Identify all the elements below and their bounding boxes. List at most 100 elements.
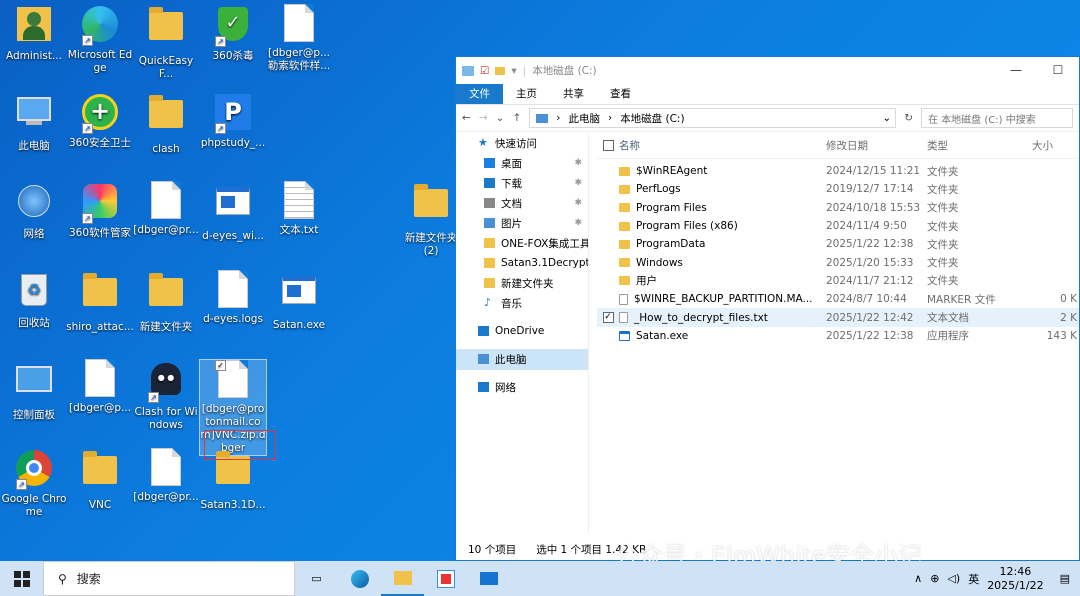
- search-box[interactable]: 在 本地磁盘 (C:) 中搜索: [921, 108, 1073, 128]
- nav-item[interactable]: 文档 ✱: [456, 193, 588, 214]
- forward-arrow-icon[interactable]: →: [479, 112, 488, 124]
- nav-item[interactable]: 新建文件夹: [456, 273, 588, 294]
- breadcrumb-drive[interactable]: 本地磁盘 (C:): [620, 111, 684, 126]
- desktop-icon[interactable]: 此电脑: [0, 92, 68, 153]
- edge-icon: ↗: [80, 6, 120, 46]
- nav-item[interactable]: 此电脑: [456, 349, 588, 370]
- file-row[interactable]: ✓ _How_to_decrypt_files.txt 2025/1/22 12:4…: [597, 308, 1079, 327]
- file-row[interactable]: $WINRE_BACKUP_PARTITION.MA... 2024/8/7 10…: [597, 290, 1079, 308]
- desktop-icon[interactable]: shiro_attac...: [66, 270, 134, 334]
- nav-item[interactable]: ★ 快速访问: [456, 133, 588, 154]
- breadcrumb-pc[interactable]: 此电脑: [568, 111, 600, 126]
- nav-item[interactable]: 桌面 ✱: [456, 153, 588, 174]
- star-icon: ★: [478, 136, 488, 150]
- file-row[interactable]: ProgramData 2025/1/22 12:38 文件夹: [597, 235, 1079, 253]
- store-taskbar-icon[interactable]: [424, 561, 467, 596]
- tab-home[interactable]: 主页: [503, 84, 550, 104]
- desktop-icon[interactable]: [dbger@pr...: [132, 448, 200, 504]
- up-arrow-icon[interactable]: ↑: [512, 112, 521, 124]
- address-bar[interactable]: › 此电脑 › 本地磁盘 (C:) ⌄: [529, 108, 897, 128]
- desktop-icon[interactable]: 文本.txt: [265, 181, 333, 237]
- file-row[interactable]: Program Files (x86) 2024/11/4 9:50 文件夹: [597, 217, 1079, 235]
- nav-item[interactable]: Satan3.1Decrypt: [456, 253, 588, 274]
- desktop-icon[interactable]: clash: [132, 92, 200, 156]
- tab-file[interactable]: 文件: [456, 84, 503, 104]
- desktop-icon[interactable]: ↗ Google Chrome: [0, 448, 68, 519]
- qat-dropdown-icon[interactable]: ▾: [511, 65, 516, 77]
- desktop-icon[interactable]: d-eyes_wi...: [199, 181, 267, 243]
- chrome-icon: ↗: [14, 450, 54, 490]
- col-type[interactable]: 类型: [927, 138, 1028, 153]
- chevron-up-icon[interactable]: ∧: [914, 572, 922, 585]
- desktop-icon-label: [dbger@pr...: [133, 224, 199, 236]
- tab-view[interactable]: 查看: [597, 84, 644, 104]
- edge-taskbar-icon[interactable]: [338, 561, 381, 596]
- file-row[interactable]: Program Files 2024/10/18 15:53 文件夹: [597, 199, 1079, 217]
- pin-icon[interactable]: ✱: [574, 218, 582, 228]
- desktop-icon[interactable]: 网络: [0, 181, 68, 241]
- file-date: 2025/1/20 15:33: [826, 256, 914, 269]
- file-row[interactable]: $WinREAgent 2024/12/15 11:21 文件夹: [597, 162, 1079, 180]
- row-checkbox[interactable]: ✓: [602, 312, 614, 324]
- volume-icon[interactable]: ◁): [947, 572, 960, 585]
- nav-item-label: 音乐: [501, 297, 522, 310]
- refresh-icon[interactable]: ↻: [904, 112, 913, 124]
- recent-dropdown-icon[interactable]: ⌄: [496, 112, 505, 124]
- file-row[interactable]: Windows 2025/1/20 15:33 文件夹: [597, 253, 1079, 271]
- ime-indicator[interactable]: 英: [968, 571, 979, 587]
- desktop-icon[interactable]: ● ● ↗ Clash for Windows: [132, 359, 200, 432]
- taskbar-search[interactable]: ⚲ 搜索: [43, 561, 295, 596]
- desktop-icon-label: phpstudy_...: [200, 137, 266, 149]
- file-row[interactable]: Satan.exe 2025/1/22 12:38 应用程序 143 K: [597, 327, 1079, 345]
- nav-item[interactable]: OneDrive: [456, 321, 588, 342]
- desktop-icon[interactable]: d-eyes.logs: [199, 270, 267, 326]
- desktop-icon[interactable]: 新建文件夹: [132, 270, 200, 334]
- nav-item[interactable]: 图片 ✱: [456, 213, 588, 234]
- address-dropdown-icon[interactable]: ⌄: [882, 112, 891, 124]
- col-date[interactable]: 修改日期: [826, 138, 927, 153]
- file-date: 2025/1/22 12:38: [826, 329, 914, 342]
- desktop-icon[interactable]: ↗ 360软件管家: [66, 181, 134, 240]
- desktop-icon[interactable]: [dbger@pr...: [132, 181, 200, 237]
- mail-taskbar-icon[interactable]: [467, 561, 510, 596]
- col-name[interactable]: 名称: [619, 138, 826, 153]
- file-name: Program Files: [636, 201, 707, 214]
- notification-icon[interactable]: ▤: [1060, 572, 1070, 585]
- nav-item[interactable]: ONE-FOX集成工具箱: [456, 233, 588, 254]
- col-size[interactable]: 大小: [1028, 138, 1079, 153]
- pin-icon[interactable]: ✱: [574, 158, 582, 168]
- start-button[interactable]: [0, 561, 43, 596]
- network-tray-icon[interactable]: ⊕: [930, 572, 939, 585]
- clock[interactable]: 12:46 2025/1/22: [987, 565, 1043, 593]
- desktop-icon[interactable]: 控制面板: [0, 359, 68, 422]
- nav-item-label: 网络: [495, 381, 516, 394]
- file-rows: $WinREAgent 2024/12/15 11:21 文件夹 PerfLogs 20…: [597, 159, 1079, 345]
- desktop-icon[interactable]: [dbger@p...: [66, 359, 134, 415]
- minimize-button[interactable]: —: [995, 57, 1037, 84]
- desktop-icon[interactable]: ✓ ↗ 360杀毒: [199, 4, 267, 63]
- pin-icon[interactable]: ✱: [574, 178, 582, 188]
- desktop-icon[interactable]: ↗ Microsoft Edge: [66, 4, 134, 75]
- desktop-icon[interactable]: P ↗ phpstudy_...: [199, 92, 267, 150]
- desktop-icon[interactable]: ♻ 回收站: [0, 270, 68, 330]
- select-all-checkbox[interactable]: [602, 140, 614, 151]
- desktop-icon[interactable]: [dbger@p... 勒索软件样...: [265, 4, 333, 73]
- tab-share[interactable]: 共享: [550, 84, 597, 104]
- file-explorer-taskbar-icon[interactable]: [381, 561, 424, 596]
- nav-item[interactable]: 网络: [456, 377, 588, 398]
- nav-item[interactable]: 下载 ✱: [456, 173, 588, 194]
- desktop-icon[interactable]: Administ...: [0, 4, 68, 63]
- qat-check-icon[interactable]: ☑: [480, 65, 489, 77]
- back-arrow-icon[interactable]: ←: [462, 112, 471, 124]
- file-row[interactable]: PerfLogs 2019/12/7 17:14 文件夹: [597, 180, 1079, 198]
- desktop-icon[interactable]: + ↗ 360安全卫士: [66, 92, 134, 150]
- pin-icon[interactable]: ✱: [574, 198, 582, 208]
- task-view-icon[interactable]: ▭: [295, 561, 338, 596]
- maximize-button[interactable]: ☐: [1037, 57, 1079, 84]
- qat-folder-icon[interactable]: [495, 66, 506, 75]
- desktop-icon[interactable]: Satan.exe: [265, 270, 333, 332]
- nav-item[interactable]: ♪ 音乐: [456, 293, 588, 314]
- desktop-icon[interactable]: VNC: [66, 448, 134, 512]
- desktop-icon[interactable]: QuickEasyF...: [132, 4, 200, 81]
- file-row[interactable]: 用户 2024/11/7 21:12 文件夹: [597, 272, 1079, 290]
